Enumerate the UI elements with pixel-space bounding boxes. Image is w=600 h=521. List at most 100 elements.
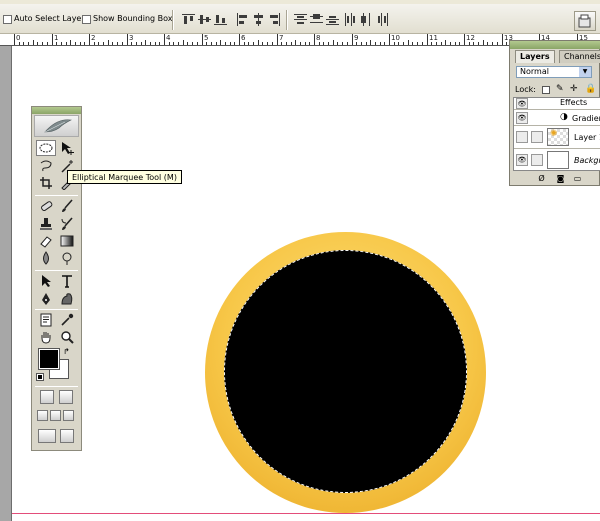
align-left-icon[interactable] [236,13,249,26]
lock-transparent-checkbox[interactable] [542,86,550,94]
add-style-icon[interactable]: Ø [536,174,547,184]
eraser-icon[interactable] [36,233,56,249]
show-bounding-box-checkbox[interactable] [82,15,91,24]
layer-row-background[interactable]: 👁 Background [514,149,600,170]
clone-stamp-icon[interactable] [36,216,56,232]
eye-icon[interactable]: 👁 [516,154,528,166]
ruler-tick [56,42,57,45]
ruler-tick [127,34,128,45]
ruler-tick [253,42,254,45]
lock-all-icon[interactable]: 🔒 [585,84,596,94]
align-top-icon[interactable] [182,13,195,26]
ruler-tick [61,42,62,45]
ruler-tick [211,42,212,45]
align-horizontal-center-icon[interactable] [252,13,265,26]
crop-icon[interactable] [36,175,56,191]
healing-brush-icon[interactable] [36,198,56,214]
swap-colors-icon[interactable]: ↱ [63,347,70,356]
ruler-tick [145,40,146,45]
default-colors-icon[interactable] [36,373,44,381]
standard-mode-button[interactable] [40,390,54,404]
lasso-icon[interactable] [36,158,56,174]
eye-toggle[interactable] [516,131,528,143]
zoom-icon[interactable] [57,329,77,345]
link-toggle[interactable] [531,131,543,143]
gradient-icon[interactable] [57,233,77,249]
type-icon[interactable] [57,273,77,289]
tab-channels[interactable]: Channels [559,50,600,63]
feather-logo-icon[interactable] [34,115,79,137]
distribute-bottom-icon[interactable] [326,13,339,26]
ruler-label: 9 [354,34,359,42]
layers-panel-footer: Ø ◙ ▭ [510,173,600,186]
lock-image-icon[interactable]: ✎ [556,84,564,94]
ruler-tick [230,42,231,45]
add-mask-icon[interactable]: ◙ [555,174,566,184]
guide-line[interactable] [12,513,600,514]
tab-layers[interactable]: Layers [515,50,555,63]
layer-row-gradient[interactable]: 👁 ◑ Gradient [514,110,600,126]
jump-to-imageready-button[interactable] [38,429,56,443]
path-selection-icon[interactable] [36,273,56,289]
eyedropper-icon[interactable] [57,312,77,328]
link-toggle[interactable] [531,154,543,166]
layer-row-effects[interactable]: 👁 Effects [514,98,600,110]
quick-mask-mode-button[interactable] [59,390,73,404]
ruler-tick [497,42,498,45]
ruler-tick [80,42,81,45]
ruler-tick [37,42,38,45]
full-screen-menu-mode-button[interactable] [50,410,61,421]
history-brush-icon[interactable] [57,216,77,232]
ruler-tick [98,42,99,45]
layer-thumbnail[interactable] [547,151,569,169]
ruler-tick [337,42,338,45]
pen-icon[interactable] [36,291,56,307]
lock-position-icon[interactable]: ✛ [570,84,578,94]
layer-name: Gradient [572,114,600,123]
ruler-tick [66,42,67,45]
foreground-color-swatch[interactable] [38,348,60,370]
ruler-tick [309,42,310,45]
eye-icon[interactable]: 👁 [516,112,528,124]
distribute-vertical-center-icon[interactable] [310,13,323,26]
commit-icon[interactable] [60,429,74,443]
blur-icon[interactable] [36,250,56,266]
ruler-tick [225,42,226,45]
ruler-tick [375,42,376,45]
elliptical-marquee-icon[interactable] [36,140,56,156]
standard-screen-mode-button[interactable] [37,410,48,421]
distribute-top-icon[interactable] [294,13,307,26]
notes-icon[interactable] [36,312,56,328]
ruler-tick [323,42,324,45]
distribute-left-icon[interactable] [344,13,357,26]
custom-shape-icon[interactable] [57,291,77,307]
ruler-label: 5 [204,34,209,42]
ruler-tick [206,42,207,45]
layer-thumbnail[interactable]: ✺ [547,128,569,146]
distribute-right-icon[interactable] [376,13,389,26]
blend-mode-select[interactable]: Normal ▼ [516,66,592,78]
palette-well-button[interactable] [574,11,596,31]
auto-select-checkbox[interactable] [3,15,12,24]
ruler-tick [52,34,53,45]
layer-row-layer-1[interactable]: ✺ Layer 1 [514,126,600,149]
new-set-icon[interactable]: ▭ [572,174,583,184]
align-bottom-icon[interactable] [214,13,227,26]
hand-icon[interactable] [36,329,56,345]
toolbox-divider [35,386,78,387]
toolbox-title-bar[interactable] [32,107,81,114]
ruler-tick [159,42,160,45]
layers-panel-title-bar[interactable] [510,41,600,49]
dodge-icon[interactable] [57,250,77,266]
chevron-down-icon[interactable]: ▼ [579,67,591,77]
full-screen-mode-button[interactable] [63,410,74,421]
move-icon[interactable] [57,140,77,156]
layer-list: 👁 Effects 👁 ◑ Gradient ✺ Layer 1 👁 Backg… [513,97,600,171]
brush-icon[interactable] [57,198,77,214]
ruler-tick [502,34,503,45]
align-vertical-center-icon[interactable] [198,13,211,26]
eye-icon[interactable]: 👁 [516,98,528,109]
align-right-icon[interactable] [268,13,281,26]
ruler-tick [173,42,174,45]
distribute-horizontal-center-icon[interactable] [360,13,373,26]
